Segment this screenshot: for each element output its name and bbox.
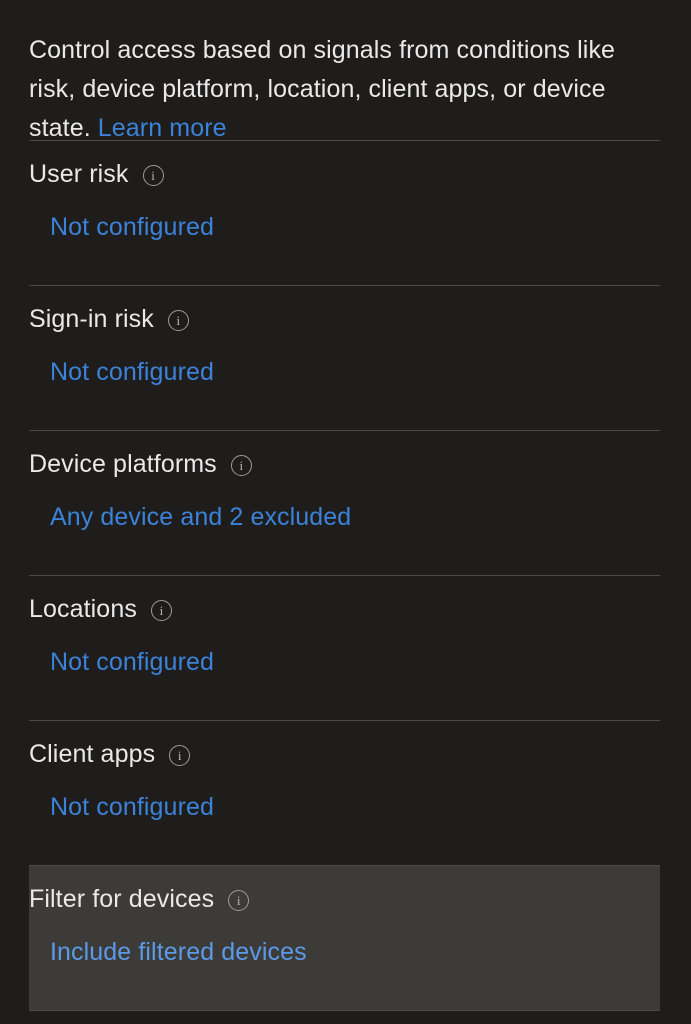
- section-header: User risk i: [29, 159, 660, 189]
- condition-list: User risk i Not configured Sign-in risk i Not…: [0, 140, 691, 1011]
- panel-description: Control access based on signals from con…: [29, 31, 663, 148]
- section-value-device-platforms[interactable]: Any device and 2 excluded: [50, 503, 351, 532]
- condition-section-locations[interactable]: Locations i Not configured: [29, 576, 660, 720]
- info-icon[interactable]: i: [167, 309, 189, 331]
- section-header: Filter for devices i: [29, 884, 660, 914]
- section-value-filter-for-devices[interactable]: Include filtered devices: [50, 938, 307, 967]
- section-divider: [29, 1010, 660, 1011]
- section-value-client-apps[interactable]: Not configured: [50, 793, 214, 822]
- section-header: Locations i: [29, 594, 660, 624]
- condition-section-device-platforms[interactable]: Device platforms i Any device and 2 exclud…: [29, 431, 660, 575]
- condition-section-sign-in-risk[interactable]: Sign-in risk i Not configured: [29, 286, 660, 430]
- info-icon[interactable]: i: [142, 164, 164, 186]
- section-title: Filter for devices: [29, 884, 215, 913]
- section-value-user-risk[interactable]: Not configured: [50, 213, 214, 242]
- learn-more-link[interactable]: Learn more: [98, 114, 227, 142]
- condition-section-client-apps[interactable]: Client apps i Not configured: [29, 721, 660, 865]
- section-title: Sign-in risk: [29, 304, 154, 333]
- section-title: Client apps: [29, 739, 156, 768]
- section-value-sign-in-risk[interactable]: Not configured: [50, 358, 214, 387]
- section-title: User risk: [29, 159, 129, 188]
- info-icon[interactable]: i: [230, 454, 252, 476]
- condition-section-filter-for-devices[interactable]: Filter for devices i Include filtered devi…: [29, 866, 660, 1010]
- conditions-panel: Control access based on signals from con…: [0, 0, 691, 1024]
- info-icon[interactable]: i: [169, 744, 191, 766]
- section-title: Device platforms: [29, 449, 217, 478]
- info-icon[interactable]: i: [150, 599, 172, 621]
- section-value-locations[interactable]: Not configured: [50, 648, 214, 677]
- section-header: Sign-in risk i: [29, 304, 660, 334]
- section-header: Client apps i: [29, 739, 660, 769]
- section-header: Device platforms i: [29, 449, 660, 479]
- condition-section-user-risk[interactable]: User risk i Not configured: [29, 141, 660, 285]
- info-icon[interactable]: i: [228, 889, 250, 911]
- section-title: Locations: [29, 594, 137, 623]
